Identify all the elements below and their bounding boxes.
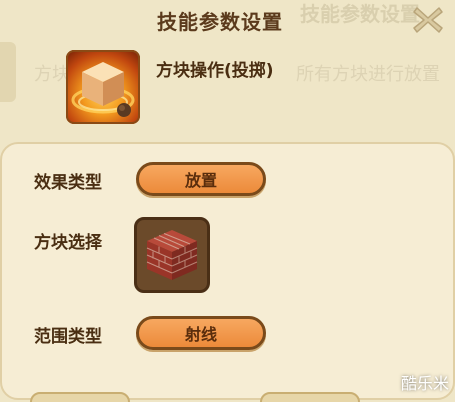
range-type-label: 范围类型 — [34, 327, 102, 347]
dialog-title: 技能参数设置 — [157, 10, 283, 34]
close-button[interactable] — [408, 2, 448, 38]
block-select-label: 方块选择 — [34, 233, 102, 253]
background-text-right: 所有方块进行放置 — [296, 64, 440, 85]
range-type-button[interactable]: 射线 — [136, 316, 266, 350]
red-brick-block-icon — [146, 230, 198, 280]
effect-type-value: 放置 — [184, 171, 217, 190]
bottom-button-right[interactable] — [260, 392, 360, 402]
bottom-button-left[interactable] — [30, 392, 130, 402]
close-icon — [413, 7, 443, 33]
effect-type-button[interactable]: 放置 — [136, 162, 266, 196]
range-type-value: 射线 — [184, 325, 217, 344]
skill-settings-screen: 技能参数设置 方块 所有方块进行放置 技能参数设置 方块操作(投掷) 效果类型 … — [0, 0, 455, 402]
skill-name: 方块操作(投掷) — [156, 61, 274, 81]
effect-type-label: 效果类型 — [34, 173, 102, 193]
block-select-slot[interactable] — [134, 217, 210, 293]
background-text-left: 方块 — [34, 64, 70, 85]
background-card — [0, 42, 16, 102]
orange-cube-skill-icon — [66, 50, 140, 124]
watermark: 酷乐米 — [400, 374, 449, 393]
